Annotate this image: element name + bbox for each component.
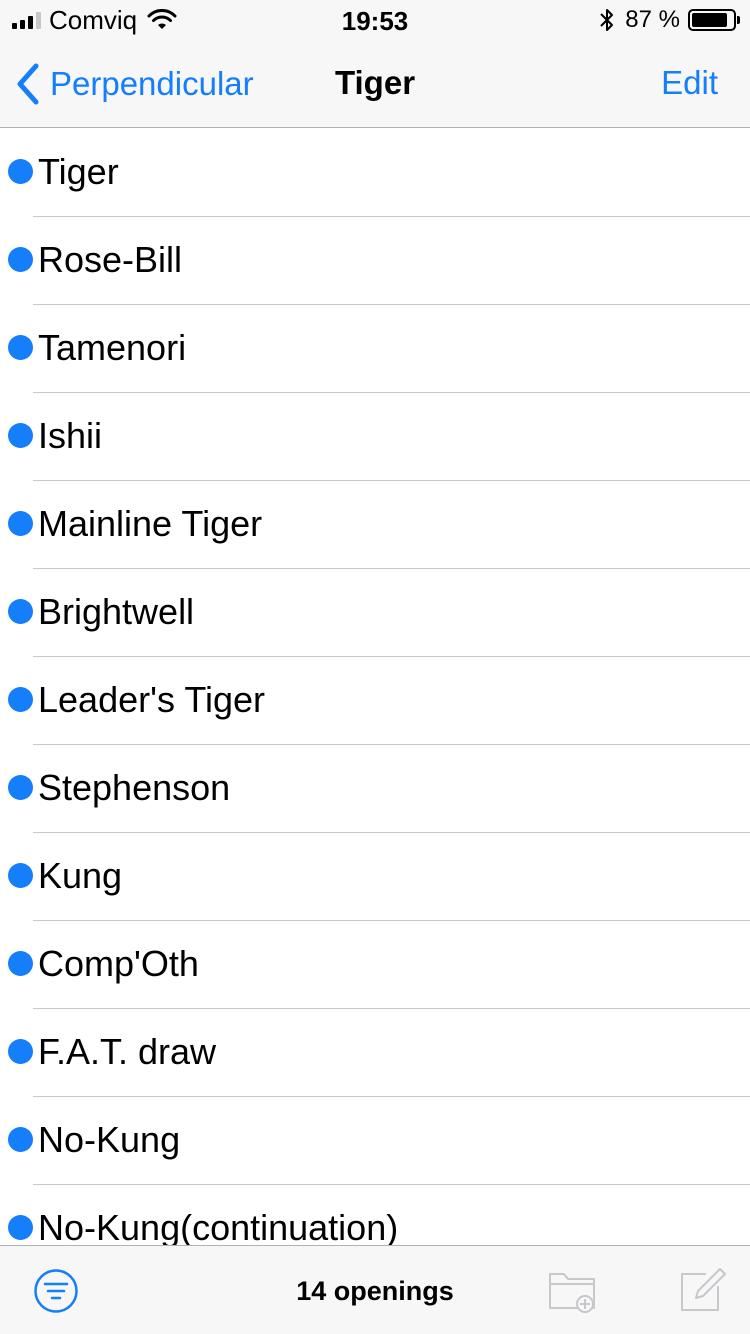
list-item-label: Kung: [38, 855, 123, 896]
list-item-label: Rose-Bill: [38, 239, 183, 280]
unread-dot-icon: [8, 159, 33, 184]
unread-dot-icon: [8, 1039, 33, 1064]
openings-count: 14 openings: [296, 1276, 454, 1306]
list-item[interactable]: Brightwell: [0, 569, 750, 657]
unread-dot-icon: [8, 423, 33, 448]
battery-icon: [688, 9, 740, 31]
list-item[interactable]: Mainline Tiger: [0, 481, 750, 569]
unread-dot-icon: [8, 1215, 33, 1240]
list-item-label: Stephenson: [38, 767, 231, 808]
list-item-label: No-Kung(continuation): [38, 1207, 399, 1245]
battery-level-fill: [692, 13, 727, 27]
openings-list: Tiger Rose-Bill Tamenori Ishii Mainline …: [0, 129, 750, 1245]
list-item[interactable]: Comp'Oth: [0, 921, 750, 1009]
new-folder-icon[interactable]: [548, 1268, 598, 1314]
page-title: Tiger: [334, 64, 416, 101]
unread-dot-icon: [8, 863, 33, 888]
list-item[interactable]: Tiger: [0, 129, 750, 217]
unread-dot-icon: [8, 511, 33, 536]
status-bar: Comviq 19:53 87 %: [0, 0, 750, 40]
unread-dot-icon: [8, 687, 33, 712]
list-item[interactable]: F.A.T. draw: [0, 1009, 750, 1097]
unread-dot-icon: [8, 775, 33, 800]
list-item-label: Comp'Oth: [38, 943, 199, 984]
edit-button[interactable]: Edit: [661, 64, 718, 102]
list-item[interactable]: Kung: [0, 833, 750, 921]
list-item[interactable]: Rose-Bill: [0, 217, 750, 305]
list-item-label: Brightwell: [38, 591, 195, 632]
list-item-label: Tiger: [38, 151, 119, 192]
navigation-bar: Perpendicular Tiger Edit: [0, 40, 750, 128]
unread-dot-icon: [8, 951, 33, 976]
bottom-toolbar: 14 openings: [0, 1245, 750, 1334]
list-item-label: Tamenori: [38, 327, 187, 368]
unread-dot-icon: [8, 599, 33, 624]
bluetooth-icon: [600, 9, 614, 31]
list-item[interactable]: Ishii: [0, 393, 750, 481]
list-item-label: No-Kung: [38, 1119, 181, 1160]
list-item-label: Mainline Tiger: [38, 503, 263, 544]
unread-dot-icon: [8, 1127, 33, 1152]
list-item[interactable]: Tamenori: [0, 305, 750, 393]
list-item[interactable]: Leader's Tiger: [0, 657, 750, 745]
list-item[interactable]: No-Kung: [0, 1097, 750, 1185]
compose-icon[interactable]: [678, 1264, 728, 1314]
list-item-label: F.A.T. draw: [38, 1031, 217, 1072]
battery-percentage: 87 %: [625, 6, 680, 33]
unread-dot-icon: [8, 247, 33, 272]
list-item-label: Ishii: [38, 415, 103, 456]
list-item[interactable]: Stephenson: [0, 745, 750, 833]
list-item-label: Leader's Tiger: [38, 679, 266, 720]
unread-dot-icon: [8, 335, 33, 360]
list-item[interactable]: No-Kung(continuation): [0, 1185, 750, 1245]
